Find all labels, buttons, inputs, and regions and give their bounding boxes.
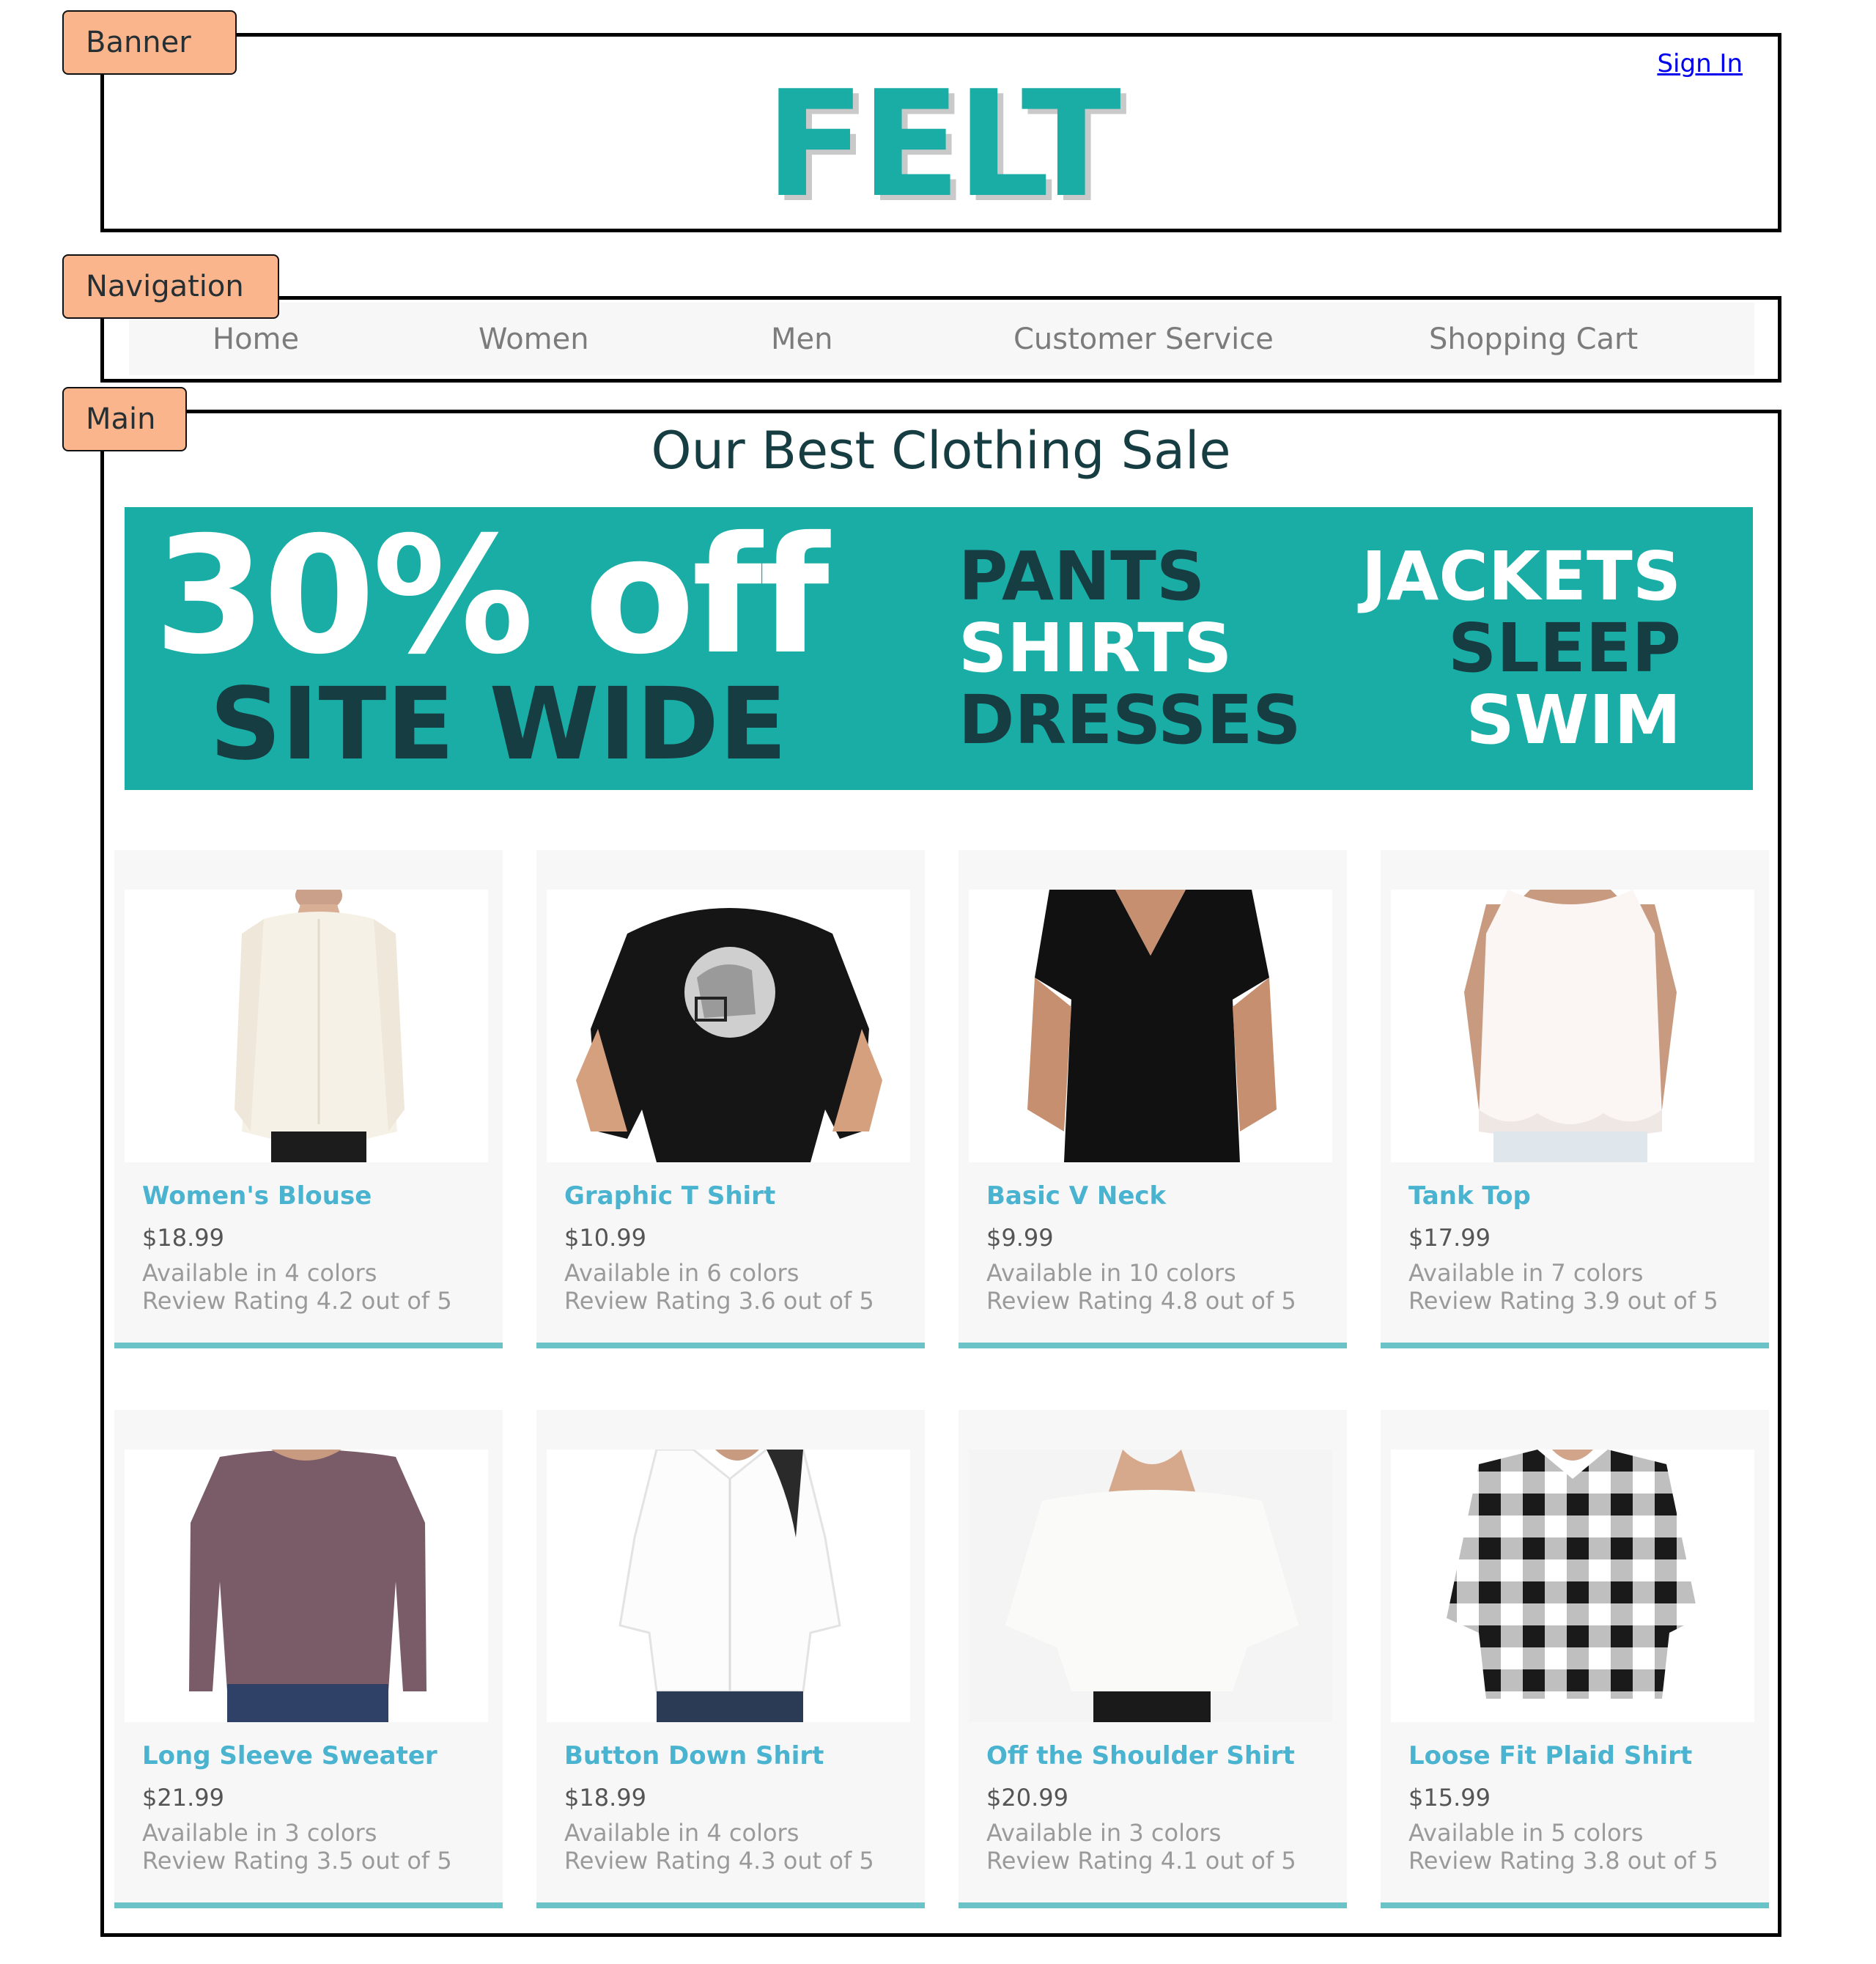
navigation-region-tag: Navigation	[62, 254, 279, 319]
product-price: $10.99	[564, 1224, 646, 1252]
product-image[interactable]	[125, 1450, 488, 1722]
product-colors: Available in 7 colors	[1408, 1259, 1644, 1287]
product-card[interactable]: Basic V Neck $9.99 Available in 10 color…	[959, 850, 1347, 1348]
product-image[interactable]	[547, 1450, 910, 1722]
product-colors: Available in 4 colors	[564, 1819, 799, 1847]
product-name[interactable]: Loose Fit Plaid Shirt	[1408, 1741, 1692, 1771]
product-image[interactable]	[1391, 890, 1754, 1162]
promo-category: SWIM	[1466, 681, 1681, 759]
product-rating: Review Rating 4.1 out of 5	[986, 1847, 1296, 1875]
product-card[interactable]: Women's Blouse $18.99 Available in 4 col…	[114, 850, 503, 1348]
promo-category: JACKETS	[1361, 537, 1681, 616]
sign-in-link[interactable]: Sign In	[1657, 49, 1743, 78]
product-rating: Review Rating 3.9 out of 5	[1408, 1287, 1718, 1315]
nav-item-home[interactable]: Home	[213, 322, 299, 356]
product-colors: Available in 5 colors	[1408, 1819, 1644, 1847]
product-image[interactable]	[125, 890, 488, 1162]
product-rating: Review Rating 4.3 out of 5	[564, 1847, 874, 1875]
promo-scope: SITE WIDE	[210, 667, 787, 783]
nav-item-men[interactable]: Men	[771, 322, 832, 356]
site-logo[interactable]: FELT	[104, 72, 1778, 218]
product-card[interactable]: Graphic T Shirt $10.99 Available in 6 co…	[536, 850, 925, 1348]
product-colors: Available in 3 colors	[986, 1819, 1222, 1847]
product-name[interactable]: Women's Blouse	[142, 1181, 372, 1211]
product-image[interactable]	[969, 1450, 1332, 1722]
product-colors: Available in 4 colors	[142, 1259, 377, 1287]
promo-category: SHIRTS	[959, 609, 1233, 687]
navigation-region: Home Women Men Customer Service Shopping…	[100, 296, 1781, 383]
product-rating: Review Rating 3.5 out of 5	[142, 1847, 452, 1875]
product-price: $20.99	[986, 1784, 1068, 1812]
promo-banner[interactable]: 30% off SITE WIDE PANTS SHIRTS DRESSES J…	[125, 507, 1753, 790]
nav-item-customer-service[interactable]: Customer Service	[1013, 322, 1274, 356]
product-card[interactable]: Tank Top $17.99 Available in 7 colors Re…	[1381, 850, 1769, 1348]
product-name[interactable]: Tank Top	[1408, 1181, 1531, 1211]
product-name[interactable]: Long Sleeve Sweater	[142, 1741, 437, 1771]
banner-region-tag: Banner	[62, 10, 237, 75]
product-colors: Available in 10 colors	[986, 1259, 1236, 1287]
promo-category: SLEEP	[1447, 609, 1681, 687]
nav-item-shopping-cart[interactable]: Shopping Cart	[1429, 322, 1638, 356]
product-colors: Available in 3 colors	[142, 1819, 377, 1847]
nav-item-women[interactable]: Women	[479, 322, 589, 356]
promo-categories-left: PANTS SHIRTS DRESSES	[959, 541, 1301, 756]
product-image[interactable]	[547, 890, 910, 1162]
main-region-tag: Main	[62, 387, 187, 451]
product-price: $21.99	[142, 1784, 224, 1812]
product-rating: Review Rating 3.6 out of 5	[564, 1287, 874, 1315]
banner-region: Sign In FELT	[100, 33, 1781, 232]
product-name[interactable]: Button Down Shirt	[564, 1741, 824, 1771]
product-price: $18.99	[142, 1224, 224, 1252]
promo-category: DRESSES	[959, 681, 1301, 759]
promo-discount: 30% off	[154, 507, 830, 690]
promo-category: PANTS	[959, 537, 1205, 616]
product-price: $9.99	[986, 1224, 1054, 1252]
product-card[interactable]: Long Sleeve Sweater $21.99 Available in …	[114, 1410, 503, 1908]
product-price: $17.99	[1408, 1224, 1491, 1252]
product-name[interactable]: Off the Shoulder Shirt	[986, 1741, 1295, 1771]
product-price: $18.99	[564, 1784, 646, 1812]
product-rating: Review Rating 3.8 out of 5	[1408, 1847, 1718, 1875]
product-name[interactable]: Graphic T Shirt	[564, 1181, 775, 1211]
product-image[interactable]	[969, 890, 1332, 1162]
product-card[interactable]: Loose Fit Plaid Shirt $15.99 Available i…	[1381, 1410, 1769, 1908]
page-title: Our Best Clothing Sale	[651, 421, 1231, 481]
nav-bar: Home Women Men Customer Service Shopping…	[129, 303, 1754, 375]
product-rating: Review Rating 4.8 out of 5	[986, 1287, 1296, 1315]
product-colors: Available in 6 colors	[564, 1259, 799, 1287]
product-image[interactable]	[1391, 1450, 1754, 1722]
product-name[interactable]: Basic V Neck	[986, 1181, 1166, 1211]
main-region: Our Best Clothing Sale 30% off SITE WIDE…	[100, 410, 1781, 1937]
product-rating: Review Rating 4.2 out of 5	[142, 1287, 452, 1315]
product-card[interactable]: Off the Shoulder Shirt $20.99 Available …	[959, 1410, 1347, 1908]
promo-categories-right: JACKETS SLEEP SWIM	[1362, 541, 1681, 756]
product-price: $15.99	[1408, 1784, 1491, 1812]
product-card[interactable]: Button Down Shirt $18.99 Available in 4 …	[536, 1410, 925, 1908]
